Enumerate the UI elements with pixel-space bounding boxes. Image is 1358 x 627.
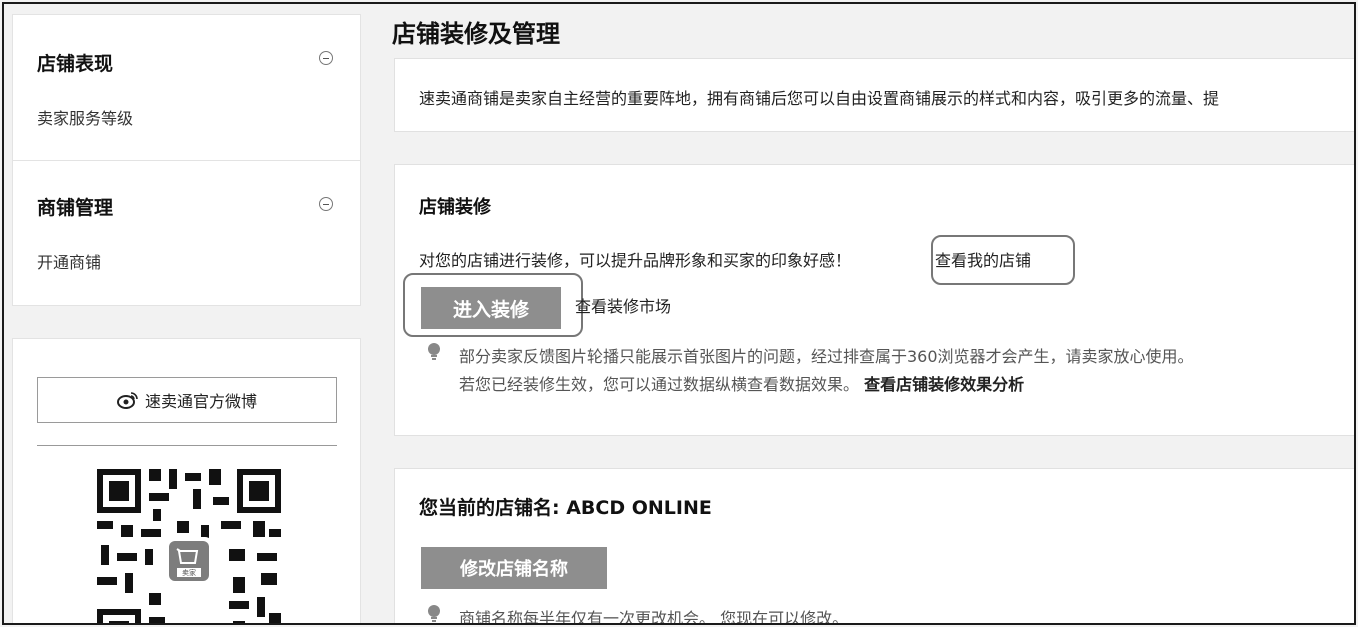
collapse-icon[interactable] — [319, 51, 333, 65]
divider — [37, 445, 337, 446]
weibo-button-label: 速卖通官方微博 — [144, 392, 257, 411]
decoration-heading: 店铺装修 — [419, 197, 491, 218]
store-name-heading: 您当前的店铺名: ABCD ONLINE — [419, 497, 712, 519]
sidebar-section-store-performance: 店铺表现 卖家服务等级 — [12, 14, 361, 160]
decoration-analysis-link[interactable]: 查看店铺装修效果分析 — [864, 375, 1024, 394]
decoration-tip-line-1: 部分卖家反馈图片轮播只能展示首张图片的问题，经过排查属于360浏览器才会产生，请… — [459, 347, 1194, 366]
decoration-tip-text: 若您已经装修生效，您可以通过数据纵横查看数据效果。 — [459, 375, 860, 394]
qr-code-icon: 卖家 — [93, 465, 285, 623]
sidebar-item-seller-service-level[interactable]: 卖家服务等级 — [37, 105, 133, 129]
svg-text:卖家: 卖家 — [182, 568, 196, 577]
lightbulb-icon — [428, 343, 440, 360]
intro-panel: 速卖通商铺是卖家自主经营的重要阵地，拥有商铺后您可以自由设置商铺展示的样式和内容… — [394, 58, 1354, 132]
view-my-store-link[interactable]: 查看我的店铺 — [935, 247, 1031, 271]
sidebar-section-store-management: 商铺管理 开通商铺 — [12, 160, 361, 306]
app-frame: 店铺表现 卖家服务等级 商铺管理 开通商铺 速卖通官方微博 卖家 店铺装修及管理… — [2, 2, 1356, 625]
collapse-icon[interactable] — [319, 197, 333, 211]
sidebar-section-title: 商铺管理 — [37, 197, 114, 219]
rename-store-button[interactable]: 修改店铺名称 — [421, 547, 607, 589]
sidebar-section-title: 店铺表现 — [37, 53, 114, 75]
store-name-panel: 您当前的店铺名: ABCD ONLINE 修改店铺名称 商铺名称每半年仅有一次更… — [394, 468, 1354, 625]
decoration-tip-line-2: 若您已经装修生效，您可以通过数据纵横查看数据效果。 查看店铺装修效果分析 — [459, 371, 1024, 395]
sidebar-promo: 速卖通官方微博 卖家 — [12, 338, 361, 623]
intro-text: 速卖通商铺是卖家自主经营的重要阵地，拥有商铺后您可以自由设置商铺展示的样式和内容… — [419, 89, 1220, 108]
decoration-panel: 店铺装修 对您的店铺进行装修，可以提升品牌形象和买家的印象好感！ 查看我的店铺 … — [394, 164, 1354, 436]
store-name-tip: 商铺名称每半年仅有一次更改机会。 您现在可以修改。 — [459, 609, 849, 625]
page-title: 店铺装修及管理 — [392, 20, 560, 48]
decoration-description: 对您的店铺进行装修，可以提升品牌形象和买家的印象好感！ — [419, 251, 852, 270]
sidebar-item-open-store[interactable]: 开通商铺 — [37, 249, 101, 273]
weibo-icon — [116, 392, 138, 409]
lightbulb-icon — [428, 605, 440, 622]
weibo-button[interactable]: 速卖通官方微博 — [37, 377, 337, 423]
decoration-market-link[interactable]: 查看装修市场 — [575, 293, 671, 317]
enter-decoration-button[interactable]: 进入装修 — [421, 287, 561, 329]
